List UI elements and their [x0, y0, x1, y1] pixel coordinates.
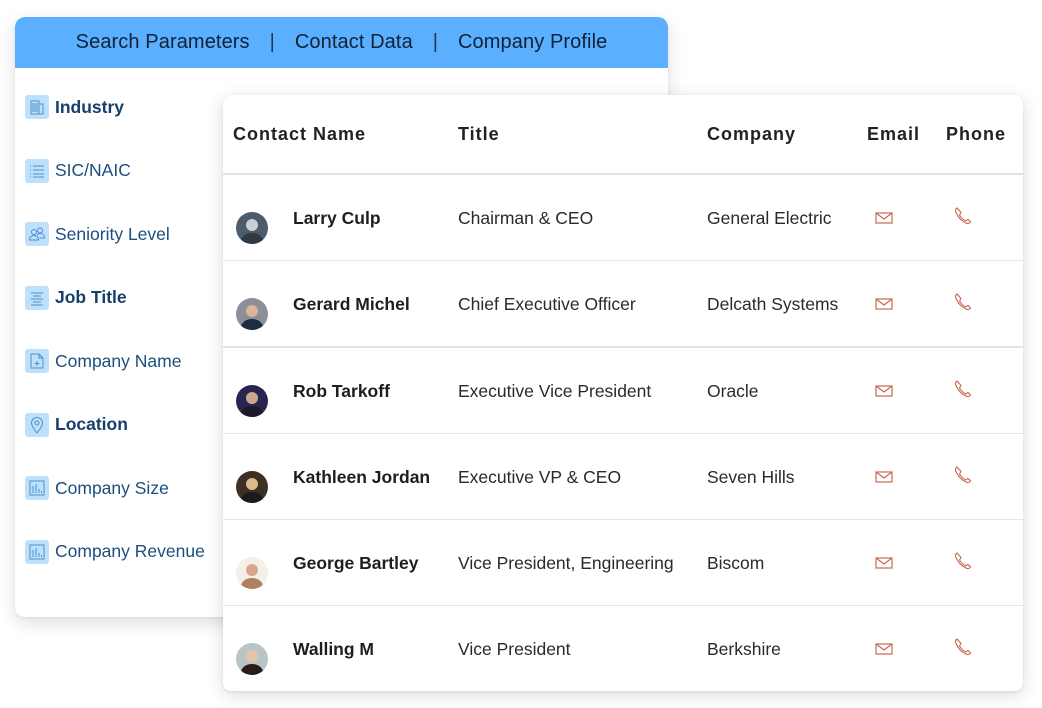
param-sic-naic[interactable]: SIC/NAIC [25, 158, 205, 183]
avatar [236, 643, 268, 675]
table-row[interactable]: George Bartley Vice President, Engineeri… [223, 520, 1023, 606]
contact-title: Executive Vice President [458, 381, 652, 401]
param-label: Company Revenue [55, 541, 205, 561]
param-label: Job Title [55, 287, 127, 307]
contact-name: Walling M [293, 639, 375, 659]
email-icon[interactable] [873, 468, 895, 486]
email-icon[interactable] [873, 382, 895, 400]
tab-company-profile[interactable]: Company Profile [454, 31, 611, 54]
phone-icon[interactable] [952, 464, 974, 486]
contact-name: Kathleen Jordan [293, 467, 431, 487]
tab-contact-data[interactable]: Contact Data [291, 31, 417, 54]
column-header-company[interactable]: Company [707, 124, 796, 145]
param-label: Seniority Level [55, 223, 170, 244]
contact-company: Delcath Systems [707, 294, 839, 314]
email-icon[interactable] [873, 640, 895, 658]
column-header-title[interactable]: Title [458, 124, 500, 145]
contact-company: Seven Hills [707, 467, 795, 487]
param-job-title[interactable]: Job Title [25, 285, 205, 310]
param-industry[interactable]: Industry [25, 95, 205, 119]
avatar [236, 471, 268, 503]
bar-chart-icon [25, 539, 49, 564]
email-icon[interactable] [873, 209, 895, 227]
param-company-name[interactable]: Company Name [25, 349, 205, 373]
avatar [236, 557, 268, 589]
contact-name: George Bartley [293, 553, 419, 573]
tab-bar: Search Parameters | Contact Data | Compa… [15, 17, 668, 68]
map-pin-icon [25, 412, 49, 437]
contact-company: Oracle [707, 381, 759, 401]
param-label: Company Name [55, 350, 182, 371]
avatar [236, 212, 268, 244]
users-icon [25, 222, 49, 246]
lines-icon [25, 285, 49, 310]
phone-icon[interactable] [952, 205, 974, 227]
building-icon [25, 95, 49, 119]
contact-title: Vice President [458, 639, 571, 659]
column-header-email[interactable]: Email [867, 124, 920, 145]
contact-company: Biscom [707, 553, 765, 573]
param-seniority-level[interactable]: Seniority Level [25, 222, 205, 246]
contact-company: Berkshire [707, 639, 781, 659]
table-header: Contact Name Title Company Email Phone [223, 95, 1023, 175]
table-row[interactable]: Walling M Vice President Berkshire [223, 606, 1023, 691]
phone-icon[interactable] [952, 378, 974, 400]
contact-company: General Electric [707, 208, 832, 228]
tab-separator: | [432, 31, 438, 53]
table-body: Larry Culp Chairman & CEO General Electr… [223, 175, 1023, 691]
phone-icon[interactable] [952, 636, 974, 658]
table-row[interactable]: Kathleen Jordan Executive VP & CEO Seven… [223, 434, 1023, 520]
param-company-revenue[interactable]: Company Revenue [25, 539, 205, 564]
contact-title: Executive VP & CEO [458, 467, 622, 487]
column-header-phone[interactable]: Phone [946, 124, 1006, 145]
phone-icon[interactable] [952, 550, 974, 572]
contact-name: Larry Culp [293, 208, 381, 228]
param-label: Industry [55, 96, 125, 117]
param-label: Company Size [55, 477, 169, 498]
param-company-size[interactable]: Company Size [25, 476, 205, 500]
tab-separator: | [269, 31, 275, 53]
parameter-list: Industry SIC/NAIC Seniority Level Job Ti… [25, 95, 205, 603]
param-location[interactable]: Location [25, 412, 205, 437]
contact-title: Vice President, Engineering [458, 553, 674, 573]
email-icon[interactable] [873, 554, 895, 572]
list-icon [25, 158, 49, 183]
bar-chart-icon [25, 476, 49, 500]
table-row[interactable]: Gerard Michel Chief Executive Officer De… [223, 261, 1023, 348]
contact-name: Rob Tarkoff [293, 381, 390, 401]
contact-title: Chairman & CEO [458, 208, 594, 228]
contact-table: Contact Name Title Company Email Phone L… [223, 95, 1023, 691]
table-row[interactable]: Larry Culp Chairman & CEO General Electr… [223, 175, 1023, 261]
phone-icon[interactable] [952, 291, 974, 313]
avatar [236, 385, 268, 417]
document-plus-icon [25, 349, 49, 373]
contact-title: Chief Executive Officer [458, 294, 636, 314]
tab-search-parameters[interactable]: Search Parameters [72, 31, 254, 54]
avatar [236, 298, 268, 330]
email-icon[interactable] [873, 295, 895, 313]
contact-name: Gerard Michel [293, 294, 410, 314]
column-header-contact-name[interactable]: Contact Name [233, 124, 366, 145]
table-row[interactable]: Rob Tarkoff Executive Vice President Ora… [223, 348, 1023, 434]
param-label: SIC/NAIC [55, 160, 131, 180]
param-label: Location [55, 414, 128, 434]
